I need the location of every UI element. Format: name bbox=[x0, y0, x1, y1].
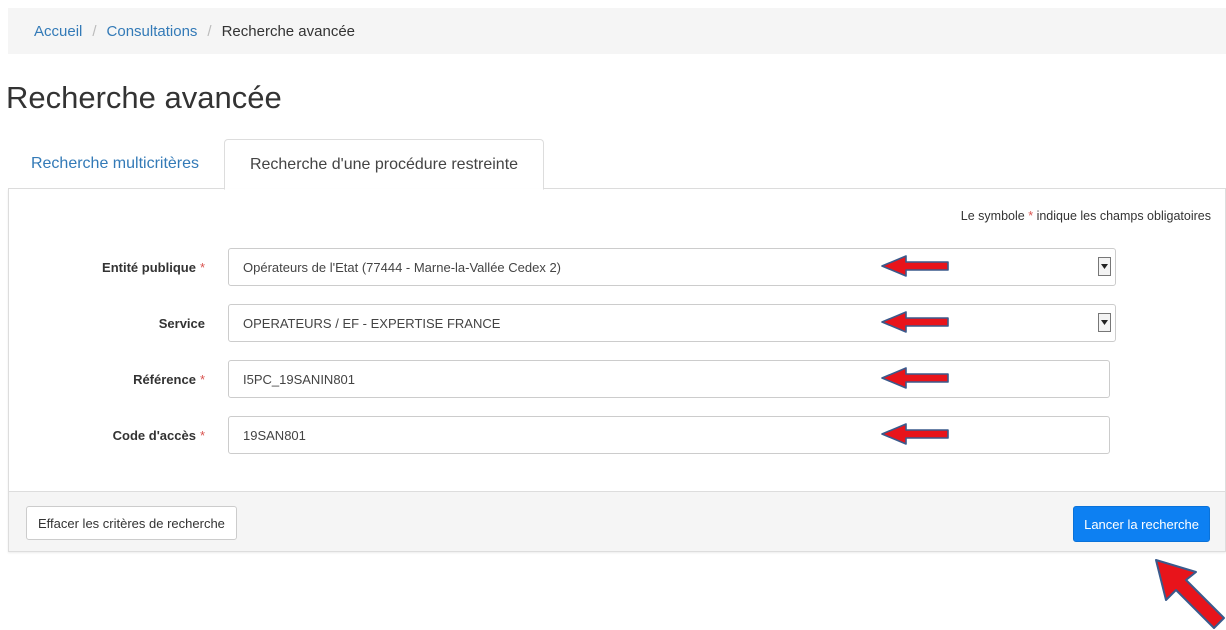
required-note-text-before: Le symbole bbox=[960, 209, 1025, 223]
required-star: * bbox=[199, 371, 205, 387]
reference-row: Référence * I5PC_19SANIN801 bbox=[9, 360, 1226, 398]
entite-publique-value: Opérateurs de l'Etat (77444 - Marne-la-V… bbox=[243, 259, 562, 275]
code-acces-label: Code d'accès * bbox=[113, 416, 205, 454]
entite-publique-label-text: Entité publique bbox=[102, 259, 196, 275]
tab-procedure-restreinte[interactable]: Recherche d'une procédure restreinte bbox=[224, 139, 544, 190]
breadcrumb-home-link[interactable]: Accueil bbox=[34, 23, 82, 40]
tab-recherche-multicriteres[interactable]: Recherche multicritères bbox=[8, 139, 222, 189]
reference-input[interactable]: I5PC_19SANIN801 bbox=[228, 360, 1110, 398]
breadcrumb-separator: / bbox=[207, 22, 212, 40]
service-value: OPERATEURS / EF - EXPERTISE FRANCE bbox=[243, 315, 501, 331]
required-star: * bbox=[1028, 209, 1034, 223]
launch-search-button[interactable]: Lancer la recherche bbox=[1073, 506, 1210, 542]
breadcrumb-consultations-link[interactable]: Consultations bbox=[107, 23, 198, 40]
code-acces-input[interactable]: 19SAN801 bbox=[228, 416, 1110, 454]
reference-value: I5PC_19SANIN801 bbox=[243, 371, 356, 387]
code-acces-row: Code d'accès * 19SAN801 bbox=[9, 416, 1226, 454]
caret-down-icon[interactable] bbox=[1098, 257, 1111, 276]
required-star: * bbox=[199, 427, 205, 443]
entite-publique-label: Entité publique * bbox=[102, 248, 205, 286]
entite-publique-select[interactable]: Opérateurs de l'Etat (77444 - Marne-la-V… bbox=[228, 248, 1116, 286]
breadcrumb-current: Recherche avancée bbox=[221, 22, 356, 40]
service-label: Service bbox=[159, 304, 205, 342]
required-note-text-after: indique les champs obligatoires bbox=[1036, 209, 1211, 223]
entite-publique-row: Entité publique * Opérateurs de l'Etat (… bbox=[9, 248, 1226, 286]
required-fields-note: Le symbole * indique les champs obligato… bbox=[961, 209, 1211, 223]
page-title: Recherche avancée bbox=[6, 80, 282, 115]
service-label-text: Service bbox=[158, 315, 205, 331]
clear-criteria-button[interactable]: Effacer les critères de recherche bbox=[26, 506, 237, 540]
code-acces-value: 19SAN801 bbox=[243, 427, 306, 443]
reference-label: Référence * bbox=[133, 360, 205, 398]
service-row: Service OPERATEURS / EF - EXPERTISE FRAN… bbox=[9, 304, 1226, 342]
reference-label-text: Référence bbox=[133, 371, 196, 387]
search-form-panel: Le symbole * indique les champs obligato… bbox=[8, 189, 1226, 552]
code-acces-label-text: Code d'accès bbox=[112, 427, 196, 443]
required-star: * bbox=[199, 259, 205, 275]
red-arrow-icon bbox=[881, 423, 949, 445]
service-select[interactable]: OPERATEURS / EF - EXPERTISE FRANCE bbox=[228, 304, 1116, 342]
tab-bar: Recherche multicritères Recherche d'une … bbox=[8, 139, 1226, 190]
red-arrow-icon bbox=[1155, 559, 1225, 629]
caret-down-icon[interactable] bbox=[1098, 313, 1111, 332]
breadcrumb-separator: / bbox=[92, 22, 97, 40]
form-footer: Effacer les critères de recherche Lancer… bbox=[9, 491, 1225, 551]
breadcrumb: Accueil / Consultations / Recherche avan… bbox=[8, 8, 1226, 54]
